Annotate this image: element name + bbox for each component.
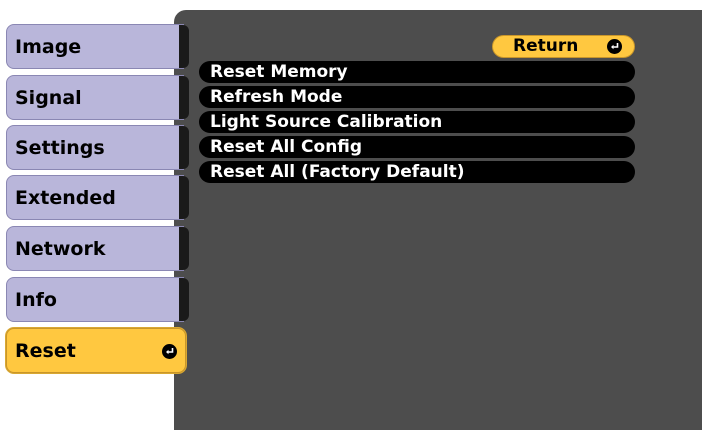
tab-image[interactable]: Image — [6, 24, 189, 69]
tab-label: Settings — [15, 137, 105, 159]
tab-label: Reset — [15, 340, 76, 362]
return-label: Return — [513, 36, 579, 56]
menu-item-label: Reset All Config — [210, 137, 363, 157]
tab-signal[interactable]: Signal — [6, 75, 189, 120]
menu-item-label: Reset All (Factory Default) — [210, 162, 465, 182]
tab-reset[interactable]: Reset — [6, 328, 186, 373]
enter-key-icon — [162, 344, 177, 359]
return-button[interactable]: Return — [492, 35, 635, 58]
menu-item-label: Light Source Calibration — [210, 112, 443, 132]
menu-item-refresh-mode[interactable]: Refresh Mode — [199, 86, 635, 108]
tab-label: Extended — [15, 187, 116, 209]
menu-item-reset-memory[interactable]: Reset Memory — [199, 61, 635, 83]
menu-item-label: Refresh Mode — [210, 87, 343, 107]
menu-item-label: Reset Memory — [210, 62, 348, 82]
tab-label: Signal — [15, 87, 82, 109]
menu-item-reset-all-config[interactable]: Reset All Config — [199, 136, 635, 158]
tab-network[interactable]: Network — [6, 226, 189, 271]
menu-item-reset-all-factory-default[interactable]: Reset All (Factory Default) — [199, 161, 635, 183]
tab-info[interactable]: Info — [6, 277, 189, 322]
tab-label: Network — [15, 238, 106, 260]
tab-extended[interactable]: Extended — [6, 175, 189, 220]
tab-label: Info — [15, 289, 57, 311]
tab-label: Image — [15, 36, 82, 58]
menu-item-light-source-calibration[interactable]: Light Source Calibration — [199, 111, 635, 133]
enter-key-icon — [607, 39, 622, 54]
tab-settings[interactable]: Settings — [6, 125, 189, 170]
